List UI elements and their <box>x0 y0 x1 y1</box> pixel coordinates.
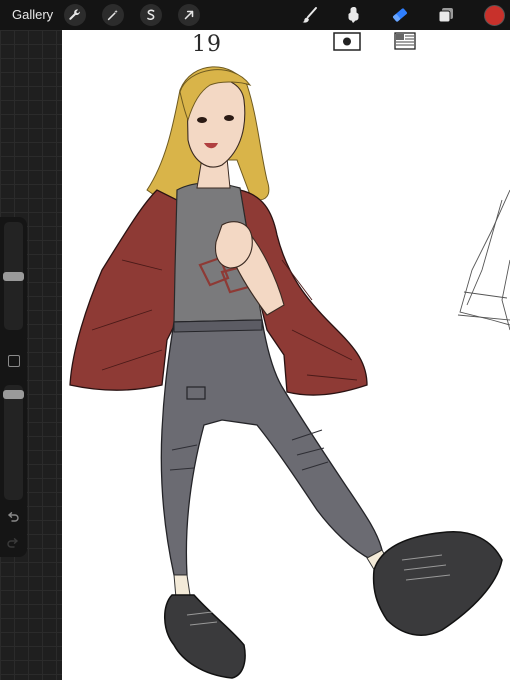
smudge-icon[interactable] <box>344 5 364 25</box>
opacity-thumb[interactable] <box>3 390 24 400</box>
brush-size-slider[interactable] <box>3 222 24 330</box>
shoe-left <box>164 594 246 679</box>
transform-arrow-icon <box>184 10 194 20</box>
partial-sketch-right <box>457 189 510 331</box>
color-picker-button[interactable] <box>484 5 505 26</box>
modify-button[interactable] <box>8 355 20 367</box>
brush-icon[interactable] <box>300 5 320 25</box>
top-toolbar: Gallery <box>0 0 510 30</box>
selection-button[interactable] <box>140 4 162 26</box>
transform-button[interactable] <box>178 4 200 26</box>
slider-panel <box>0 217 27 557</box>
header-doodles <box>333 32 416 51</box>
pants-belt <box>173 319 263 333</box>
wrench-icon <box>69 9 80 20</box>
selection-icon <box>147 9 155 21</box>
brush-size-thumb[interactable] <box>3 271 24 281</box>
gallery-button[interactable]: Gallery <box>12 7 53 22</box>
actions-button[interactable] <box>64 4 86 26</box>
adjustments-button[interactable] <box>102 4 124 26</box>
drawing-canvas[interactable]: 19 <box>62 30 510 680</box>
character-sketch <box>69 32 510 679</box>
magic-wand-icon <box>107 9 118 21</box>
jacket <box>69 189 178 391</box>
layers-icon[interactable] <box>436 5 456 25</box>
undo-icon[interactable] <box>6 511 20 525</box>
shoe-right <box>372 531 503 636</box>
eraser-icon[interactable] <box>390 5 410 25</box>
redo-icon[interactable] <box>6 537 20 551</box>
left-sidebar <box>0 30 62 680</box>
opacity-slider[interactable] <box>3 385 24 500</box>
